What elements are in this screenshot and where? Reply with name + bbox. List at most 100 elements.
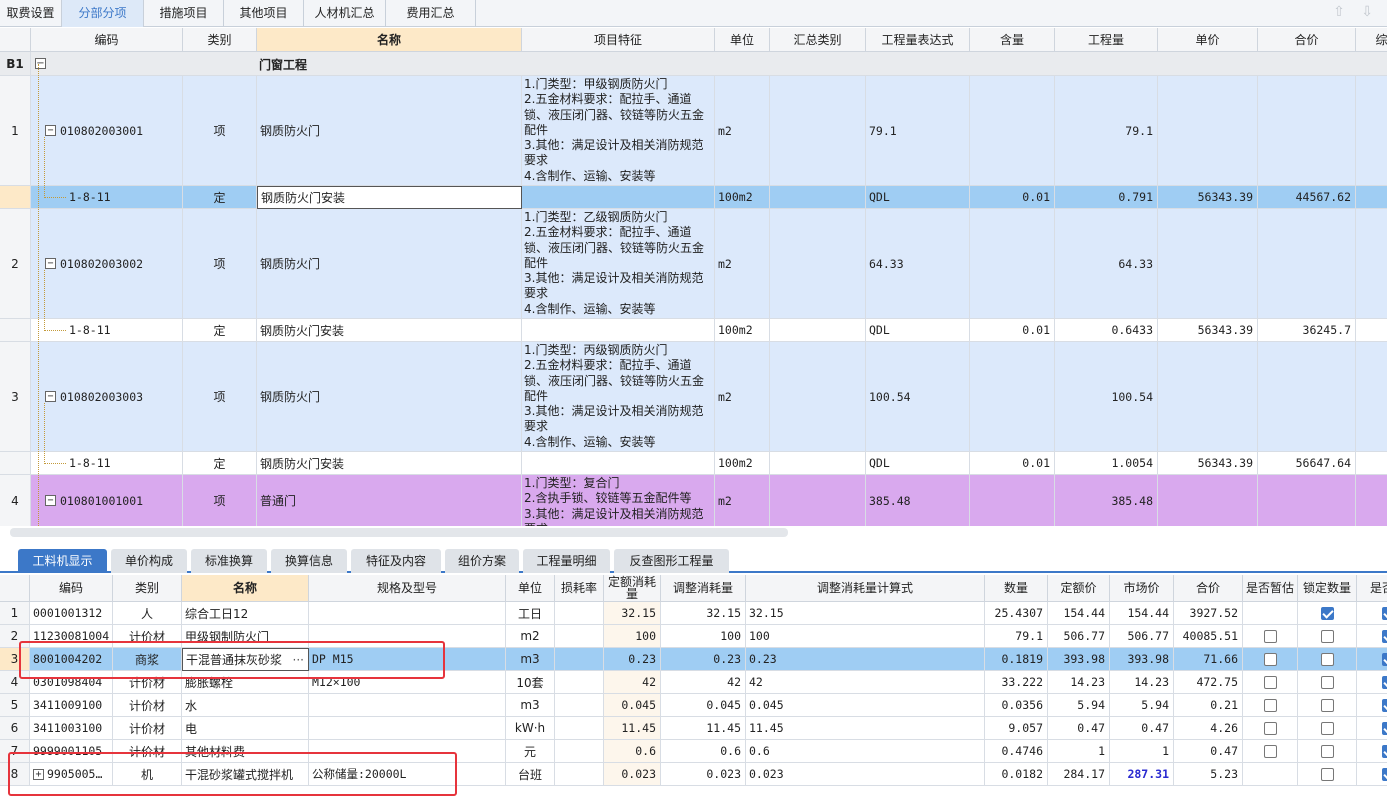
lower-tab-3[interactable]: 换算信息 <box>271 549 347 573</box>
upper-cell-name[interactable]: 钢质防火门安装 <box>257 186 522 209</box>
upper-cell-total[interactable] <box>1258 342 1356 452</box>
calc-checkbox[interactable] <box>1381 721 1387 735</box>
lower-cell-est[interactable] <box>1243 671 1298 694</box>
more-options-icon[interactable]: ··· <box>293 653 304 667</box>
upper-cell-rn[interactable]: 4 <box>0 475 31 526</box>
upper-cell-comp[interactable]: 57 <box>1356 319 1387 342</box>
upper-header-5[interactable]: 单位 <box>715 28 770 52</box>
lower-header-11[interactable]: 定额价 <box>1048 575 1110 602</box>
lower-cell-calc[interactable] <box>1357 717 1387 740</box>
lower-tab-2[interactable]: 标准换算 <box>191 549 267 573</box>
upper-cell-name[interactable]: 普通门 <box>257 475 522 526</box>
calc-checkbox[interactable] <box>1381 744 1387 758</box>
collapse-toggle-icon[interactable]: − <box>45 258 56 269</box>
upper-cell-type[interactable]: 定 <box>183 186 257 209</box>
lower-cell-lock[interactable] <box>1298 671 1357 694</box>
upper-cell-qty[interactable]: 0.791 <box>1055 186 1158 209</box>
lower-header-9[interactable]: 调整消耗量计算式 <box>746 575 985 602</box>
lower-cell-calc[interactable] <box>1357 694 1387 717</box>
upper-cell-qty[interactable]: 79.1 <box>1055 76 1158 186</box>
calc-checkbox[interactable] <box>1381 698 1387 712</box>
lower-cell-est[interactable] <box>1243 740 1298 763</box>
upper-cell-comp[interactable]: 7 <box>1356 475 1387 526</box>
lower-cell-est[interactable] <box>1243 717 1298 740</box>
upper-cell-comp[interactable] <box>1356 209 1387 319</box>
lock-checkbox[interactable] <box>1320 698 1334 712</box>
upper-cell-price[interactable]: 56343.39 <box>1158 452 1258 475</box>
est-checkbox[interactable] <box>1263 721 1277 735</box>
upper-cell-content[interactable] <box>970 76 1055 186</box>
upper-cell-rn[interactable] <box>0 319 31 342</box>
lower-header-5[interactable]: 单位 <box>506 575 555 602</box>
lower-cell-lock[interactable] <box>1298 740 1357 763</box>
upper-cell-type[interactable]: 定 <box>183 452 257 475</box>
upper-cell-feature[interactable] <box>522 452 715 475</box>
move-arrows[interactable]: ⇧ ⇩ <box>1333 4 1379 20</box>
upper-cell-name[interactable]: 钢质防火门安装 <box>257 452 522 475</box>
upper-cell-expr[interactable]: QDL <box>866 186 970 209</box>
upper-cell-price[interactable]: 56343.39 <box>1158 319 1258 342</box>
lower-cell-spec[interactable]: M12×100 <box>309 671 506 694</box>
lock-checkbox[interactable] <box>1320 721 1334 735</box>
upper-cell-type[interactable]: 项 <box>183 209 257 319</box>
expand-toggle-icon[interactable]: + <box>33 768 44 780</box>
upper-cell-code[interactable]: −010802003002 <box>31 209 183 319</box>
lower-cell-spec[interactable]: 公称储量:20000L <box>309 763 506 786</box>
lower-header-6[interactable]: 损耗率 <box>555 575 604 602</box>
lower-cell-spec[interactable] <box>309 717 506 740</box>
lower-tab-5[interactable]: 组价方案 <box>445 549 519 573</box>
top-tab-5[interactable]: 费用汇总 <box>386 0 476 27</box>
upper-cell-content[interactable] <box>970 342 1055 452</box>
lower-cell-spec[interactable] <box>309 694 506 717</box>
upper-cell-unit[interactable]: m2 <box>715 475 770 526</box>
upper-cell-comp[interactable] <box>1356 76 1387 186</box>
collapse-toggle-icon[interactable]: − <box>45 495 56 506</box>
lower-header-2[interactable]: 类别 <box>113 575 182 602</box>
calc-checkbox[interactable] <box>1381 767 1387 781</box>
upper-cell-rn[interactable]: 3 <box>0 342 31 452</box>
upper-cell-feature[interactable]: 1.门类型：丙级钢质防火门 2.五金材料要求：配拉手、通道锁、液压闭门器、铰链等… <box>522 342 715 452</box>
upper-cell-content[interactable]: 0.01 <box>970 319 1055 342</box>
upper-cell-rn[interactable] <box>0 186 31 209</box>
lower-cell-lock[interactable] <box>1298 648 1357 671</box>
upper-cell-sum_type[interactable] <box>770 475 866 526</box>
upper-cell-unit[interactable]: 100m2 <box>715 319 770 342</box>
lower-cell-calc[interactable] <box>1357 648 1387 671</box>
lower-header-8[interactable]: 调整消耗量 <box>661 575 746 602</box>
lower-cell-est[interactable] <box>1243 763 1298 786</box>
upper-cell-qty[interactable]: 1.0054 <box>1055 452 1158 475</box>
upper-cell-rn[interactable]: 1 <box>0 76 31 186</box>
upper-cell-content[interactable] <box>970 475 1055 526</box>
lock-checkbox[interactable] <box>1320 652 1334 666</box>
upper-cell-sum_type[interactable] <box>770 342 866 452</box>
lower-cell-lock[interactable] <box>1298 694 1357 717</box>
lower-cell-lock[interactable] <box>1298 625 1357 648</box>
upper-cell-expr[interactable]: 385.48 <box>866 475 970 526</box>
est-checkbox[interactable] <box>1263 744 1277 758</box>
est-checkbox[interactable] <box>1263 698 1277 712</box>
upper-header-10[interactable]: 单价 <box>1158 28 1258 52</box>
lower-cell-est[interactable] <box>1243 625 1298 648</box>
lower-cell-lock[interactable] <box>1298 763 1357 786</box>
upper-cell-comp[interactable]: 57 <box>1356 452 1387 475</box>
top-tab-3[interactable]: 其他项目 <box>224 0 304 27</box>
lower-tab-6[interactable]: 工程量明细 <box>523 549 610 573</box>
lower-cell-est[interactable] <box>1243 602 1298 625</box>
lower-header-7[interactable]: 定额消耗量 <box>604 575 661 602</box>
upper-header-9[interactable]: 工程量 <box>1055 28 1158 52</box>
upper-cell-feature[interactable]: 1.门类型：乙级钢质防火门 2.五金材料要求：配拉手、通道锁、液压闭门器、铰链等… <box>522 209 715 319</box>
lower-cell-name[interactable]: 干混普通抹灰砂浆 ··· <box>182 648 309 671</box>
lower-header-16[interactable]: 是否计 <box>1357 575 1387 602</box>
lower-cell-lock[interactable] <box>1298 717 1357 740</box>
horizontal-scrollbar[interactable] <box>10 528 788 537</box>
upper-cell-feature[interactable]: 1.门类型：复合门 2.含执手锁、铰链等五金配件等 3.其他：满足设计及相关消防… <box>522 475 715 526</box>
lower-cell-name[interactable]: 膨胀螺栓 <box>182 671 309 694</box>
upper-cell-code[interactable]: −010802003001 <box>31 76 183 186</box>
upper-cell-price[interactable] <box>1158 342 1258 452</box>
lower-tab-4[interactable]: 特征及内容 <box>351 549 441 573</box>
upper-cell-unit[interactable]: m2 <box>715 76 770 186</box>
lower-cell-spec[interactable]: DP M15 <box>309 648 506 671</box>
lower-cell-name[interactable]: 综合工日12 <box>182 602 309 625</box>
lower-cell-spec[interactable] <box>309 602 506 625</box>
upper-cell-expr[interactable]: 64.33 <box>866 209 970 319</box>
